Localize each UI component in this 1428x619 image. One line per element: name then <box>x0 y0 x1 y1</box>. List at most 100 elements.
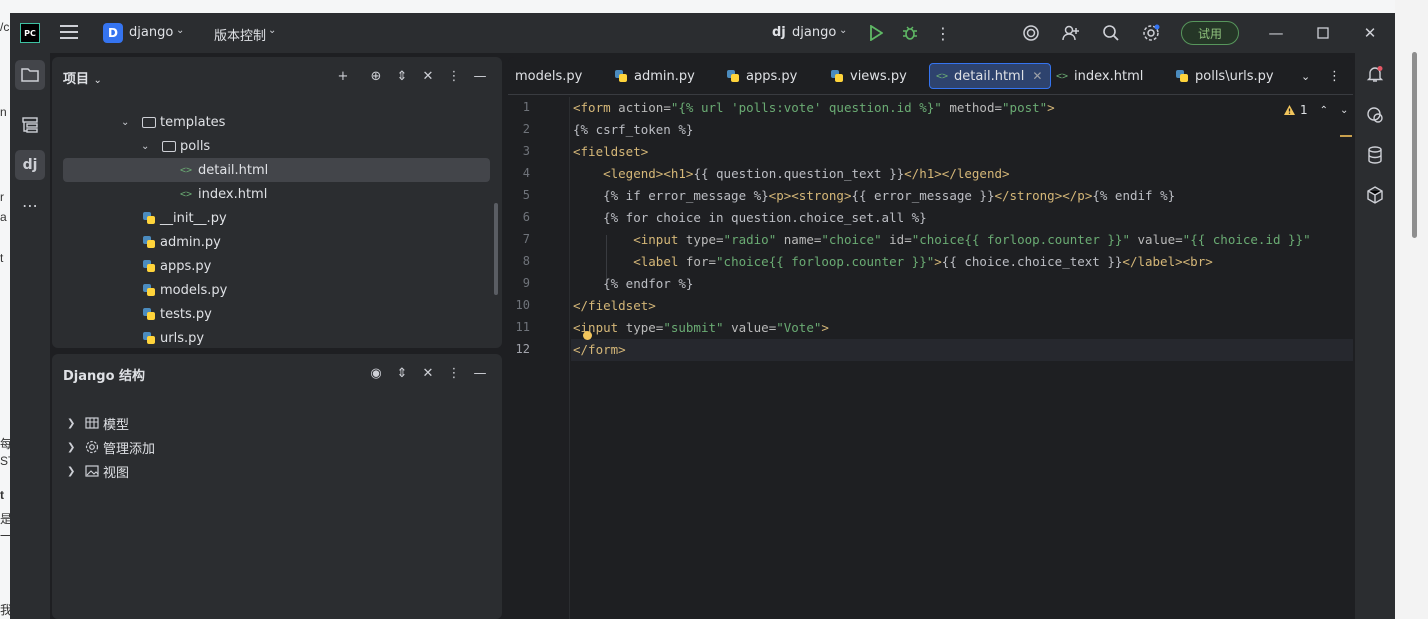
project-tree-scrollbar[interactable] <box>494 203 498 295</box>
line-number: 11 <box>515 320 530 334</box>
code-line[interactable]: <form action="{% url 'polls:vote' questi… <box>573 97 1055 119</box>
run-icon[interactable] <box>866 23 886 43</box>
tree-item[interactable]: ⌄ templates <box>63 110 490 134</box>
structure-item-label: 模型 <box>103 417 130 433</box>
ai-assistant-icon[interactable] <box>1021 23 1041 43</box>
current-line-highlight <box>571 339 1353 361</box>
code-line[interactable]: {% for choice in question.choice_set.all… <box>573 207 927 229</box>
tab-views-py[interactable]: views.py <box>830 63 907 89</box>
editor-options-icon[interactable]: ⋮ <box>1328 63 1341 89</box>
chevron-down-icon[interactable]: ⌄ <box>839 25 847 36</box>
chevron-down-icon[interactable]: ⌄ <box>268 25 276 36</box>
run-config-selector[interactable]: django <box>792 25 836 40</box>
project-selector[interactable]: django <box>129 25 173 40</box>
line-number: 2 <box>522 122 530 136</box>
show-eye-icon[interactable]: ◉ <box>367 364 385 382</box>
code-line[interactable]: </form> <box>573 339 626 361</box>
code-line[interactable]: </fieldset> <box>573 295 656 317</box>
more-horizontal-icon[interactable]: ⋯ <box>15 190 45 220</box>
expand-all-icon[interactable]: ⇕ <box>393 364 411 382</box>
notifications-bell-icon[interactable] <box>1363 62 1387 86</box>
code-line[interactable]: <fieldset> <box>573 141 648 163</box>
tab-index-html[interactable]: <> index.html <box>1056 63 1143 89</box>
right-tool-strip <box>1355 53 1395 619</box>
tab-apps-py[interactable]: apps.py <box>726 63 797 89</box>
chevron-down-icon[interactable]: ⌄ <box>176 25 184 36</box>
debug-icon[interactable] <box>900 23 920 43</box>
minimize-icon[interactable]: — <box>1266 23 1286 43</box>
tree-item[interactable]: <> detail.html <box>63 158 490 182</box>
main-menu-icon[interactable] <box>60 25 78 39</box>
code-line[interactable]: {% endfor %} <box>573 273 693 295</box>
locate-icon[interactable]: ⊕ <box>367 67 385 85</box>
django-structure-icon[interactable]: dj <box>15 150 45 180</box>
new-file-icon[interactable]: + <box>334 67 352 85</box>
structure-item-views[interactable]: ❯ 视图 <box>63 459 490 483</box>
tree-item-label: templates <box>160 114 226 130</box>
search-icon[interactable] <box>1101 23 1121 43</box>
vcs-menu[interactable]: 版本控制 <box>214 25 266 44</box>
tree-item[interactable]: models.py <box>63 278 490 302</box>
tree-item[interactable]: apps.py <box>63 254 490 278</box>
chevron-right-icon[interactable]: ❯ <box>67 466 75 477</box>
tree-item[interactable]: admin.py <box>63 230 490 254</box>
tab-polls-urls-py[interactable]: polls\urls.py <box>1175 63 1274 89</box>
project-tool-icon[interactable] <box>15 60 45 90</box>
maximize-icon[interactable] <box>1313 23 1333 43</box>
tab-models-py[interactable]: models.py <box>515 63 582 89</box>
add-user-icon[interactable] <box>1061 23 1081 43</box>
tab-admin-py[interactable]: admin.py <box>614 63 695 89</box>
collapse-all-icon[interactable]: ✕ <box>419 67 437 85</box>
code-line[interactable]: <label for="choice{{ forloop.counter }}"… <box>573 251 1213 273</box>
python-file-icon <box>141 306 157 322</box>
code-area[interactable]: <form action="{% url 'polls:vote' questi… <box>571 97 1353 619</box>
tree-item[interactable]: tests.py <box>63 302 490 326</box>
line-number: 1 <box>522 100 530 114</box>
options-icon[interactable]: ⋮ <box>445 364 463 382</box>
hide-panel-icon[interactable]: — <box>471 67 489 85</box>
ai-chat-icon[interactable] <box>1363 103 1387 127</box>
settings-gear-icon[interactable] <box>1141 23 1161 43</box>
chevron-right-icon[interactable]: ❯ <box>67 442 75 453</box>
tabs-dropdown-icon[interactable]: ⌄ <box>1301 63 1310 89</box>
code-line[interactable]: <legend><h1>{{ question.question_text }}… <box>573 163 1009 185</box>
expand-all-icon[interactable]: ⇕ <box>393 67 411 85</box>
tree-item[interactable]: ⌄ polls <box>63 134 490 158</box>
options-icon[interactable]: ⋮ <box>445 67 463 85</box>
python-packages-icon[interactable] <box>1363 183 1387 207</box>
code-line[interactable]: <input type="radio" name="choice" id="ch… <box>573 229 1310 251</box>
structure-tool-icon[interactable] <box>15 110 45 140</box>
code-line[interactable]: <input type="submit" value="Vote"> <box>573 317 829 339</box>
chevron-down-icon[interactable]: ⌄ <box>141 141 149 152</box>
html-file-icon: <> <box>179 188 193 200</box>
python-icon <box>1175 69 1189 83</box>
chevron-down-icon[interactable]: ⌄ <box>1340 105 1348 116</box>
tab-detail-html[interactable]: <> detail.html ✕ <box>929 63 1052 89</box>
more-vertical-icon[interactable]: ⋮ <box>933 23 953 43</box>
database-icon[interactable] <box>1363 143 1387 167</box>
project-panel-title[interactable]: 项目 ⌄ <box>63 68 102 87</box>
project-badge[interactable]: D <box>103 23 123 43</box>
tree-item[interactable]: urls.py <box>63 326 490 348</box>
code-line[interactable]: {% if error_message %}<p><strong>{{ erro… <box>573 185 1175 207</box>
tree-item[interactable]: <> index.html <box>63 182 490 206</box>
intention-bulb-icon[interactable] <box>583 331 592 340</box>
collapse-all-icon[interactable]: ✕ <box>419 364 437 382</box>
tree-item-label: models.py <box>160 282 228 298</box>
chevron-up-icon[interactable]: ⌃ <box>1320 105 1328 116</box>
chevron-down-icon[interactable]: ⌄ <box>121 117 129 128</box>
warning-stripe-marker[interactable] <box>1340 135 1352 137</box>
tree-item[interactable]: __init__.py <box>63 206 490 230</box>
close-tab-icon[interactable]: ✕ <box>1032 69 1042 83</box>
code-line[interactable]: {% csrf_token %} <box>573 119 693 141</box>
hide-panel-icon[interactable]: — <box>471 364 489 382</box>
structure-item-admin[interactable]: ❯ 管理添加 <box>63 435 490 459</box>
chevron-right-icon[interactable]: ❯ <box>67 418 75 429</box>
structure-panel-title: Django 结构 <box>63 369 146 384</box>
html-file-icon: <> <box>179 164 193 176</box>
inspection-widget[interactable]: 1 ⌃ ⌄ <box>1283 103 1348 117</box>
trial-button[interactable]: 试用 <box>1181 21 1239 45</box>
close-window-icon[interactable]: ✕ <box>1360 23 1380 43</box>
structure-item-models[interactable]: ❯ 模型 <box>63 411 490 435</box>
browser-scrollbar[interactable] <box>1412 52 1417 238</box>
